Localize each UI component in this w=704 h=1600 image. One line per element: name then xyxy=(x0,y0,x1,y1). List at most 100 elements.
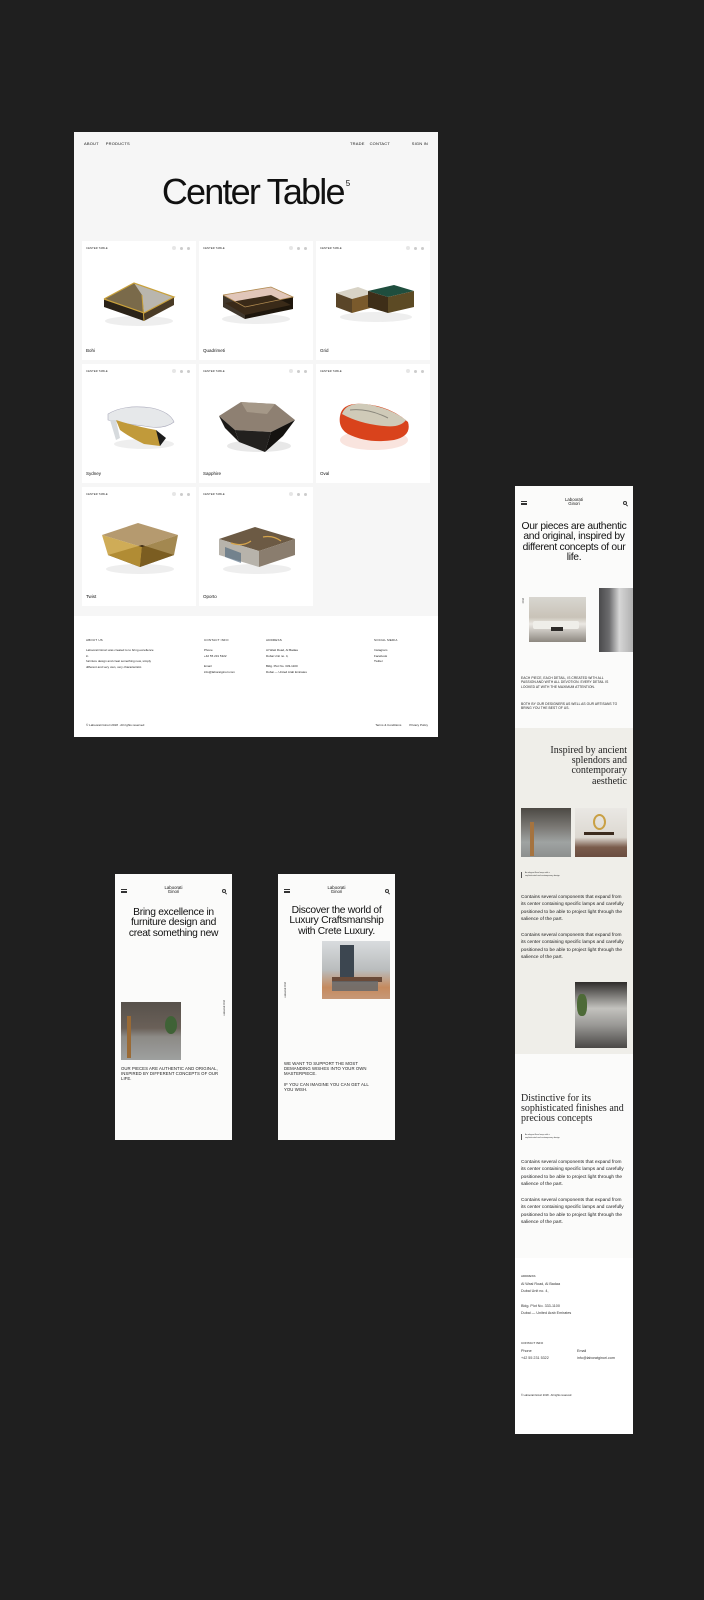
dot-icon[interactable] xyxy=(172,369,176,373)
dot-icon[interactable] xyxy=(421,369,424,373)
dot-icon[interactable] xyxy=(414,246,417,250)
mobile-screen-about: Laboorati Ginori Our pieces are authentic… xyxy=(515,486,633,1434)
social-twitter-link[interactable]: Twitter xyxy=(374,659,398,664)
sign-in-link[interactable]: SIGN IN xyxy=(412,141,428,146)
footer-address: ADDRESS Al Wasl Road, Al Badaa Dubai Uni… xyxy=(266,638,307,675)
product-category: CENTER TABLE xyxy=(203,493,225,496)
product-card[interactable]: CENTER TABLE Oporto xyxy=(199,487,313,606)
product-name[interactable]: Grid xyxy=(320,348,329,353)
product-name[interactable]: Quadrimeti xyxy=(203,348,225,353)
dot-icon[interactable] xyxy=(297,369,300,373)
faceted-table-image[interactable] xyxy=(211,390,301,456)
detail-text: EACH PIECE, EACH DETAIL, IS CREATED WITH… xyxy=(521,676,609,689)
dot-icon[interactable] xyxy=(406,246,410,250)
dot-icon[interactable] xyxy=(289,369,293,373)
card-controls xyxy=(289,492,307,496)
email-link[interactable]: info@laboratginori.com xyxy=(204,670,235,675)
nav-products[interactable]: PRODUCTS xyxy=(106,141,130,146)
intro-text-2: IF YOU CAN IMAGINE YOU CAN GET ALL YOU W… xyxy=(284,1082,369,1093)
sculptural-table-image[interactable] xyxy=(94,390,184,456)
product-category: CENTER TABLE xyxy=(203,247,225,250)
mobile-header: Laboorati Ginori xyxy=(121,885,226,898)
product-name[interactable]: Oval xyxy=(320,471,329,476)
card-controls xyxy=(172,246,190,250)
card-controls xyxy=(406,246,424,250)
product-card[interactable]: CENTER TABLE Quadrimeti xyxy=(199,241,313,360)
dot-icon[interactable] xyxy=(297,246,300,250)
nesting-tables-image[interactable] xyxy=(328,267,418,333)
oval-table-image[interactable] xyxy=(328,390,418,456)
footer-about: ABOUT US Laboorati Ginori was created to… xyxy=(86,638,156,670)
mobile-footer: ADDRESS Al Wasl Road, Al Badaa Dubai Uni… xyxy=(515,1258,633,1434)
finishes-heading: Distinctive for its sophisticated finish… xyxy=(521,1093,624,1125)
dot-icon[interactable] xyxy=(187,369,190,373)
product-name[interactable]: Bohi xyxy=(86,348,95,353)
dot-icon[interactable] xyxy=(289,246,293,250)
page-title-text: Center Table xyxy=(161,171,346,212)
terms-link[interactable]: Terms & Conditions xyxy=(375,723,401,728)
product-card[interactable]: CENTER TABLE Sapphire xyxy=(199,364,313,483)
product-name[interactable]: Twist xyxy=(86,594,96,599)
address-heading: ADDRESS xyxy=(521,1274,536,1278)
dot-icon[interactable] xyxy=(414,369,417,373)
oporto-table-image[interactable] xyxy=(211,513,301,579)
dot-icon[interactable] xyxy=(289,492,293,496)
mobile-header: Laboorati Ginori xyxy=(284,885,389,898)
glass-gold-table-image[interactable] xyxy=(94,267,184,333)
top-nav: ABOUT PRODUCTS TRADE CONTACT SIGN IN xyxy=(84,141,428,149)
card-controls xyxy=(289,369,307,373)
product-name[interactable]: Sydney xyxy=(86,471,101,476)
nav-contact[interactable]: CONTACT xyxy=(370,141,390,146)
card-controls xyxy=(289,246,307,250)
dot-icon[interactable] xyxy=(297,492,300,496)
email-block: Email info@laboratginori.com xyxy=(577,1348,615,1363)
bronze-glass-table-image[interactable] xyxy=(211,267,301,333)
twist-table-image[interactable] xyxy=(94,513,184,579)
dot-icon[interactable] xyxy=(172,492,176,496)
product-card[interactable]: CENTER TABLE Sydney xyxy=(82,364,196,483)
interior-photo xyxy=(599,588,633,652)
footer-about-text: furniture design and creat something new… xyxy=(86,659,152,664)
nav-trade[interactable]: TRADE xyxy=(350,141,365,146)
logo[interactable]: Laboorati Ginori xyxy=(159,885,189,895)
dot-icon[interactable] xyxy=(304,369,307,373)
dot-icon[interactable] xyxy=(180,246,183,250)
product-card[interactable]: CENTER TABLE Twist xyxy=(82,487,196,606)
living-room-photo xyxy=(529,597,586,642)
menu-icon[interactable] xyxy=(521,501,527,505)
logo[interactable]: Laboorati Ginori xyxy=(559,497,589,507)
detail-text-2: BOTH BY OUR DESIGNERS AS WELL AS OUR ART… xyxy=(521,702,618,711)
search-icon[interactable] xyxy=(222,889,226,893)
product-card[interactable]: CENTER TABLE Grid xyxy=(316,241,430,360)
search-icon[interactable] xyxy=(385,889,389,893)
address-block: Al Wasl Road, Al Badaa Dubai Unit no. 4,… xyxy=(521,1282,572,1316)
product-card[interactable]: CENTER TABLE Oval xyxy=(316,364,430,483)
dot-icon[interactable] xyxy=(187,492,190,496)
email-link[interactable]: info@laboratginori.com xyxy=(577,1355,615,1362)
footer-contact-heading: CONTACT INFO xyxy=(204,638,229,642)
card-controls xyxy=(172,369,190,373)
dot-icon[interactable] xyxy=(406,369,410,373)
lounge-chair-photo xyxy=(575,982,627,1048)
body-paragraph-4: Contains several components that expand … xyxy=(521,1198,624,1225)
dot-icon[interactable] xyxy=(304,246,307,250)
dot-icon[interactable] xyxy=(180,369,183,373)
phone-number[interactable]: +42 55 231 5322 xyxy=(521,1355,549,1362)
product-category: CENTER TABLE xyxy=(86,247,108,250)
product-card[interactable]: CENTER TABLE Bohi xyxy=(82,241,196,360)
dot-icon[interactable] xyxy=(180,492,183,496)
search-icon[interactable] xyxy=(623,501,627,505)
dot-icon[interactable] xyxy=(421,246,424,250)
dot-icon[interactable] xyxy=(187,246,190,250)
privacy-link[interactable]: Privacy Policy xyxy=(409,723,428,728)
page-title: Center Table 5 xyxy=(74,174,438,210)
menu-icon[interactable] xyxy=(121,889,127,893)
nav-about[interactable]: ABOUT xyxy=(84,141,99,146)
hero-headline: Bring excellence in furniture design and… xyxy=(128,907,219,939)
product-name[interactable]: Oporto xyxy=(203,594,217,599)
logo[interactable]: Laboorati Ginori xyxy=(322,885,352,895)
product-name[interactable]: Sapphire xyxy=(203,471,221,476)
dot-icon[interactable] xyxy=(304,492,307,496)
dot-icon[interactable] xyxy=(172,246,176,250)
menu-icon[interactable] xyxy=(284,889,290,893)
